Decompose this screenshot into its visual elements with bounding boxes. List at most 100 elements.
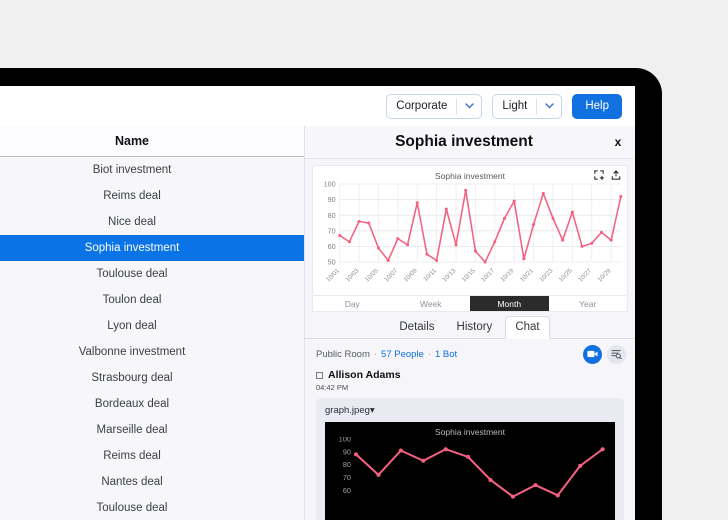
list-item-label: Valbonne investment — [79, 346, 186, 358]
x-axis-tick: 10/21 — [519, 267, 536, 283]
tab-details[interactable]: Details — [390, 317, 443, 338]
list-item[interactable]: Strasbourg deal — [0, 365, 304, 391]
help-button[interactable]: Help — [572, 94, 622, 119]
list-item[interactable]: Biot investment — [0, 157, 304, 183]
attachment-filename: graph.jpeg — [325, 405, 370, 416]
list-item-label: Strasbourg deal — [91, 372, 172, 384]
x-axis-tick: 10/01 — [325, 267, 342, 283]
data-point — [406, 243, 409, 246]
list-item[interactable]: Bordeaux deal — [0, 391, 304, 417]
list-item[interactable]: Sophia investment — [0, 235, 304, 261]
data-point — [396, 237, 399, 240]
tab-chat[interactable]: Chat — [505, 316, 549, 339]
data-point — [542, 192, 545, 195]
list-item[interactable]: Lyon deal — [0, 313, 304, 339]
list-item[interactable]: Nantes deal — [0, 469, 304, 495]
data-point — [578, 464, 582, 468]
range-tab-year[interactable]: Year — [549, 296, 628, 311]
message-attachment-bubble: graph.jpeg▾ Sophia investment 6070809010… — [316, 398, 624, 520]
list-item[interactable]: Marseille deal — [0, 417, 304, 443]
series-line — [356, 449, 602, 496]
data-point — [488, 478, 492, 482]
data-point — [354, 452, 358, 456]
list-item[interactable]: Toulon deal — [0, 287, 304, 313]
list-item[interactable]: Valbonne investment — [0, 339, 304, 365]
y-axis-tick: 100 — [324, 181, 336, 189]
chat-room-name: Public Room — [316, 349, 370, 360]
data-point — [444, 447, 448, 451]
list-item-label: Nantes deal — [101, 476, 162, 488]
data-point — [571, 211, 574, 214]
chat-bot-count[interactable]: 1 Bot — [435, 349, 457, 360]
search-list-icon[interactable] — [607, 345, 626, 364]
data-point — [610, 239, 613, 242]
x-axis-tick: 10/03 — [344, 267, 361, 283]
caret-down-icon[interactable]: ▾ — [370, 405, 375, 416]
tab-history[interactable]: History — [448, 317, 502, 338]
list-item-label: Bordeaux deal — [95, 398, 169, 410]
detail-pane: Sophia investment x Sophia investment — [305, 126, 635, 520]
share-icon[interactable] — [611, 170, 621, 180]
chat-people-count[interactable]: 57 People — [381, 349, 424, 360]
mode-select[interactable]: Light — [492, 94, 562, 119]
data-point — [561, 239, 564, 242]
list-item[interactable]: Nice deal — [0, 209, 304, 235]
y-axis-tick: 60 — [328, 243, 336, 251]
data-point — [399, 449, 403, 453]
data-point — [416, 201, 419, 204]
data-point — [619, 195, 622, 198]
video-camera-icon[interactable] — [583, 345, 602, 364]
range-tab-day[interactable]: Day — [313, 296, 392, 311]
range-tab-month[interactable]: Month — [470, 296, 549, 311]
y-axis-tick: 70 — [328, 227, 336, 235]
data-point — [484, 261, 487, 264]
x-axis-tick: 10/15 — [461, 267, 478, 283]
data-point — [556, 493, 560, 497]
data-point — [493, 240, 496, 243]
chat-header: Public Room · 57 People · 1 Bot — [305, 339, 635, 369]
data-point — [387, 259, 390, 262]
x-axis-tick: 10/17 — [480, 267, 497, 283]
data-point — [454, 243, 457, 246]
list-item-label: Nice deal — [108, 216, 156, 228]
list-item[interactable]: Reims deal — [0, 443, 304, 469]
data-point — [590, 242, 593, 245]
data-point — [466, 455, 470, 459]
x-axis-tick: 10/19 — [499, 267, 516, 283]
series-line — [340, 190, 621, 262]
data-point — [376, 473, 380, 477]
x-axis-tick: 10/27 — [577, 267, 594, 283]
list-item-label: Toulon deal — [103, 294, 162, 306]
x-axis-tick: 10/13 — [441, 267, 458, 283]
list-item[interactable]: Toulouse deal — [0, 261, 304, 287]
list-column-header-name: Name — [0, 126, 304, 157]
mode-select-value: Light — [502, 100, 536, 112]
chart-card: Sophia investment — [312, 165, 628, 296]
range-tab-week[interactable]: Week — [392, 296, 471, 311]
expand-icon[interactable] — [594, 170, 604, 180]
y-axis-tick: 90 — [328, 196, 336, 204]
list-item[interactable]: Toulouse deal — [0, 495, 304, 520]
list-item-label: Marseille deal — [97, 424, 168, 436]
data-point — [445, 207, 448, 210]
x-axis-tick: 10/23 — [538, 267, 555, 283]
list-item[interactable]: Reims deal — [0, 183, 304, 209]
time-range-tabs: DayWeekMonthYear — [312, 296, 628, 312]
data-point — [532, 223, 535, 226]
chat-room-meta: Public Room · 57 People · 1 Bot — [316, 349, 578, 360]
attachment-name-row[interactable]: graph.jpeg▾ — [325, 405, 615, 416]
theme-select[interactable]: Corporate — [386, 94, 482, 119]
chevron-down-icon — [537, 103, 561, 109]
main-line-chart: 506070809010010/0110/0310/0510/0710/0910… — [313, 180, 627, 296]
meta-separator: · — [374, 349, 377, 360]
data-point — [358, 220, 361, 223]
y-axis-tick: 50 — [328, 259, 336, 267]
data-point — [464, 189, 467, 192]
records-list: Biot investmentReims dealNice dealSophia… — [0, 157, 304, 520]
message-author-row: Allison Adams — [316, 369, 624, 381]
close-button[interactable]: x — [609, 135, 635, 149]
data-point — [348, 240, 351, 243]
data-point — [367, 222, 370, 225]
data-point — [503, 217, 506, 220]
detail-header: Sophia investment x — [305, 126, 635, 159]
